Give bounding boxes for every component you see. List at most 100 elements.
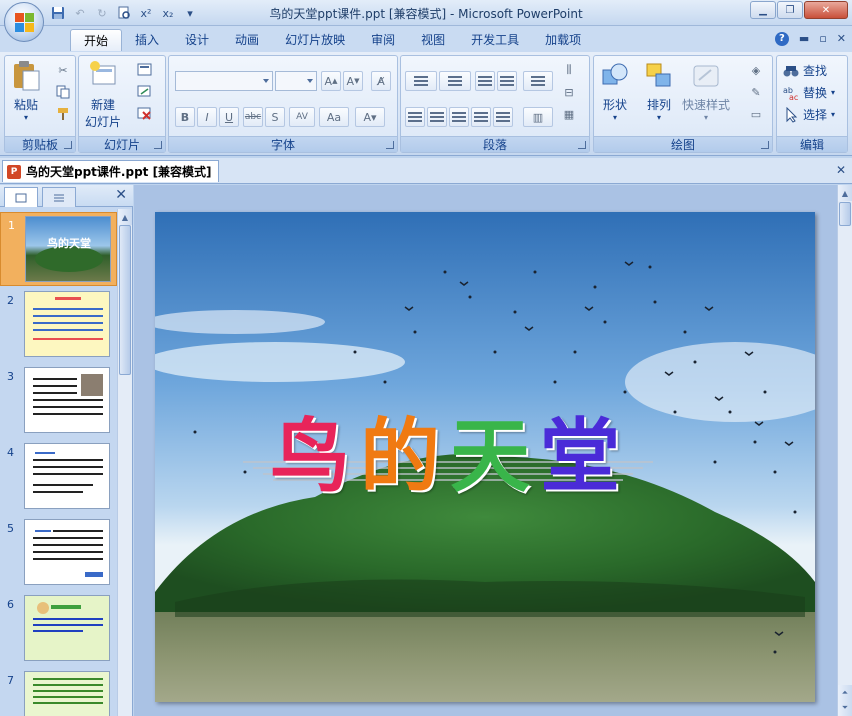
font-name-combo[interactable] <box>175 71 273 91</box>
quick-styles-button[interactable]: 快速样式 ▾ <box>682 60 730 122</box>
find-label: 查找 <box>803 64 828 78</box>
tab-3[interactable]: 动画 <box>222 29 272 51</box>
slide-preview: 鸟的天堂 <box>25 216 111 282</box>
decrease-indent-icon[interactable] <box>475 71 495 91</box>
columns-icon[interactable]: ▥ <box>523 107 553 127</box>
find-button[interactable]: 查找 <box>783 62 827 79</box>
next-slide-icon[interactable]: ⏷ <box>838 700 852 716</box>
help-icon[interactable]: ? <box>774 32 789 46</box>
paste-label: 粘贴 <box>13 98 38 112</box>
scroll-up-icon[interactable]: ▲ <box>838 185 852 201</box>
close-document-icon[interactable]: ✕ <box>836 163 846 177</box>
tab-0[interactable]: 开始 <box>70 29 123 51</box>
smartart-icon[interactable]: ▦ <box>559 104 579 124</box>
char-spacing-icon[interactable]: AV <box>289 107 315 127</box>
tab-7[interactable]: 开发工具 <box>458 29 532 51</box>
bold-icon[interactable]: B <box>175 107 195 127</box>
restore-icon[interactable]: ❐ <box>777 1 803 19</box>
slide-title-char: 天 <box>450 409 540 503</box>
underline-icon[interactable]: U <box>219 107 239 127</box>
outline-tab-icon[interactable] <box>42 187 76 207</box>
shape-outline-icon[interactable]: ✎ <box>746 82 766 102</box>
shrink-font-icon[interactable]: A ▼ <box>343 71 363 91</box>
grow-font-icon[interactable]: A ▲ <box>321 71 341 91</box>
clear-format-icon[interactable]: A̸ <box>371 71 391 91</box>
slide-thumbnail[interactable]: 5 <box>0 516 117 590</box>
numbering-icon[interactable] <box>439 71 471 91</box>
shape-effects-icon[interactable]: ▭ <box>746 104 766 124</box>
increase-indent-icon[interactable] <box>497 71 517 91</box>
previous-slide-icon[interactable]: ⏶ <box>838 685 852 701</box>
align-right-icon[interactable] <box>449 107 469 127</box>
dialog-launcher-icon[interactable] <box>154 141 162 149</box>
tab-2[interactable]: 设计 <box>172 29 222 51</box>
tab-8[interactable]: 加载项 <box>532 29 594 51</box>
tab-1[interactable]: 插入 <box>122 29 172 51</box>
text-direction-icon[interactable]: ⫼ <box>559 60 579 80</box>
mdi-restore-icon[interactable]: ▫ <box>819 32 826 46</box>
current-slide[interactable]: 鸟的天堂 <box>155 212 815 702</box>
reset-icon[interactable] <box>135 82 155 102</box>
quick-styles-icon <box>693 65 719 87</box>
scrollbar-thumb[interactable] <box>119 225 131 375</box>
distribute-icon[interactable] <box>493 107 513 127</box>
slide-scrollbar[interactable]: ▲ ⏶ ⏷ <box>837 185 852 716</box>
align-left-icon[interactable] <box>405 107 425 127</box>
line-spacing-icon[interactable] <box>523 71 553 91</box>
slide-thumbnail[interactable]: 1 鸟的天堂 <box>0 212 117 286</box>
group-label: 幻灯片 <box>79 136 165 152</box>
close-icon[interactable]: ✕ <box>804 1 848 19</box>
replace-label: 替换 <box>803 86 828 100</box>
align-text-icon[interactable]: ⊟ <box>559 82 579 102</box>
document-tab[interactable]: P 鸟的天堂ppt课件.ppt [兼容模式] <box>2 160 219 182</box>
slide-thumbnail[interactable]: 7 <box>0 668 117 716</box>
office-button[interactable] <box>4 2 44 42</box>
bullets-icon[interactable] <box>405 71 437 91</box>
arrange-button[interactable]: 排列 ▾ <box>644 60 674 122</box>
close-panel-icon[interactable]: ✕ <box>115 187 127 203</box>
new-slide-label-1: 新建 <box>91 98 116 112</box>
thumbnails-scrollbar[interactable]: ▲ <box>117 209 132 716</box>
layout-icon[interactable] <box>135 60 155 80</box>
copy-icon[interactable] <box>53 82 73 102</box>
scrollbar-thumb[interactable] <box>839 202 851 226</box>
slide-thumbnail[interactable]: 4 <box>0 440 117 514</box>
tab-4[interactable]: 幻灯片放映 <box>272 29 358 51</box>
slide-thumbnail[interactable]: 2 <box>0 288 117 362</box>
new-slide-button[interactable]: 新建 幻灯片 <box>85 60 121 130</box>
slide-thumbnail[interactable]: 6 <box>0 592 117 666</box>
document-tab-title: 鸟的天堂ppt课件.ppt [兼容模式] <box>26 165 212 179</box>
mdi-minimize-icon[interactable]: ▬ <box>799 32 809 46</box>
slide-thumbnail[interactable]: 3 <box>0 364 117 438</box>
shadow-icon[interactable]: S <box>265 107 285 127</box>
justify-icon[interactable] <box>471 107 491 127</box>
dialog-launcher-icon[interactable] <box>578 141 586 149</box>
font-size-combo[interactable] <box>275 71 317 91</box>
slide-editing-area: 鸟的天堂 ▲ ⏶ ⏷ <box>134 185 852 716</box>
select-button[interactable]: 选择 ▾ <box>783 106 835 123</box>
shape-fill-icon[interactable]: ◈ <box>746 60 766 80</box>
delete-slide-icon[interactable] <box>135 104 155 124</box>
change-case-icon[interactable]: Aa <box>319 107 349 127</box>
dialog-launcher-icon[interactable] <box>761 141 769 149</box>
dialog-launcher-icon[interactable] <box>386 141 394 149</box>
slide-preview <box>24 443 110 509</box>
paste-button[interactable]: 粘贴 ▾ <box>11 60 41 122</box>
italic-icon[interactable]: I <box>197 107 217 127</box>
align-center-icon[interactable] <box>427 107 447 127</box>
slides-tab-icon[interactable] <box>4 187 38 207</box>
slide-title[interactable]: 鸟的天堂 <box>270 392 630 508</box>
font-color-icon[interactable]: A▾ <box>355 107 385 127</box>
cut-icon[interactable]: ✂ <box>53 60 73 80</box>
minimize-icon[interactable]: ▁ <box>750 1 776 19</box>
scroll-up-icon[interactable]: ▲ <box>118 209 132 225</box>
shapes-button[interactable]: 形状 ▾ <box>600 60 630 122</box>
replace-button[interactable]: ab ac 替换 ▾ <box>783 84 835 102</box>
dialog-launcher-icon[interactable] <box>64 141 72 149</box>
tab-6[interactable]: 视图 <box>408 29 458 51</box>
document-tab-bar: P 鸟的天堂ppt课件.ppt [兼容模式] ✕ <box>0 158 852 184</box>
tab-5[interactable]: 审阅 <box>358 29 408 51</box>
mdi-close-icon[interactable]: ✕ <box>837 32 846 46</box>
format-painter-icon[interactable] <box>53 104 73 124</box>
strikethrough-icon[interactable]: abc <box>243 107 263 127</box>
